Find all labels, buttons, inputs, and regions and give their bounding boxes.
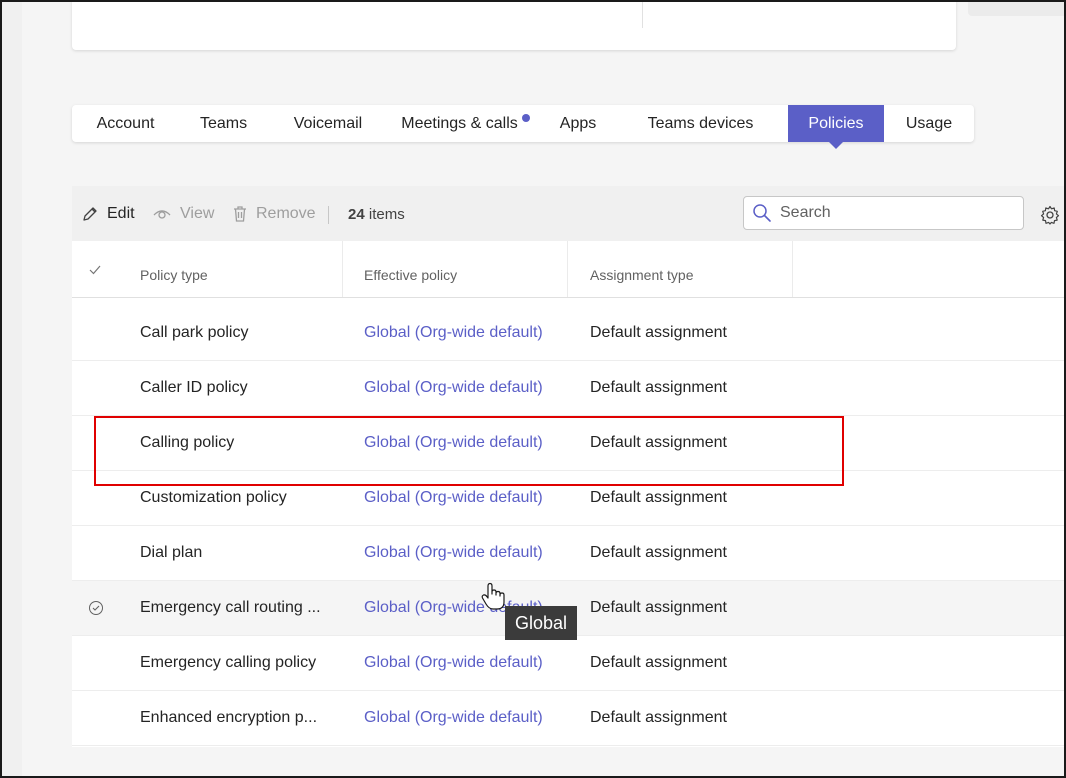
header-policy-type[interactable]: Policy type — [140, 267, 208, 283]
tab-usage[interactable]: Usage — [884, 105, 974, 142]
tab-label: Teams devices — [647, 114, 754, 132]
tab-label: Teams — [199, 114, 248, 132]
header-effective-policy[interactable]: Effective policy — [364, 267, 457, 283]
assignment-type-cell: Default assignment — [590, 434, 727, 451]
effective-policy-link[interactable]: Global (Org-wide default) — [364, 324, 543, 342]
effective-policy-link[interactable]: Global (Org-wide default) — [364, 489, 543, 507]
card-divider — [642, 0, 643, 28]
effective-policy-link[interactable]: Global (Org-wide default) — [364, 434, 543, 452]
eye-icon — [153, 210, 171, 219]
header-assignment-type[interactable]: Assignment type — [590, 267, 694, 283]
policies-table: Policy type Effective policy Assignment … — [72, 241, 1066, 747]
column-settings-button[interactable] — [1040, 205, 1060, 230]
remove-label: Remove — [256, 205, 316, 222]
item-count-number: 24 — [348, 206, 365, 223]
edit-button[interactable]: Edit — [81, 205, 135, 223]
table-row[interactable]: Dial plan Global (Org-wide default) Defa… — [72, 526, 1066, 581]
table-row[interactable]: Customization policy Global (Org-wide de… — [72, 471, 1066, 526]
side-card — [968, 0, 1066, 16]
checkmark-icon — [89, 265, 101, 275]
tab-teams-devices[interactable]: Teams devices — [613, 105, 788, 142]
row-select-checkbox[interactable] — [88, 600, 104, 621]
policy-type-cell: Caller ID policy — [140, 379, 248, 396]
tab-label: Usage — [905, 114, 953, 132]
tab-teams[interactable]: Teams — [179, 105, 268, 142]
tooltip: Global — [505, 606, 578, 640]
search-box[interactable] — [743, 196, 1024, 230]
table-row[interactable]: Caller ID policy Global (Org-wide defaul… — [72, 361, 1066, 416]
trash-icon — [234, 206, 246, 222]
edit-label: Edit — [107, 205, 135, 222]
assignment-type-cell: Default assignment — [590, 324, 727, 341]
tab-label: Account — [96, 114, 155, 132]
assignment-type-cell: Default assignment — [590, 654, 727, 671]
policy-type-cell: Enhanced encryption p... — [140, 709, 318, 726]
column-divider — [567, 241, 568, 297]
policy-type-cell: Dial plan — [140, 544, 203, 561]
table-row[interactable]: Call park policy Global (Org-wide defaul… — [72, 306, 1066, 361]
policy-type-cell: Customization policy — [140, 489, 287, 506]
hand-cursor-icon — [480, 582, 506, 617]
top-card — [72, 0, 956, 50]
policy-type-cell: Emergency call routing ... — [140, 599, 321, 616]
left-gutter — [2, 2, 22, 776]
policy-type-cell: Calling policy — [140, 434, 235, 451]
effective-policy-link[interactable]: Global (Org-wide default) — [364, 709, 543, 727]
notification-dot-icon — [521, 113, 530, 122]
item-count-suffix: items — [368, 206, 405, 223]
select-all-checkbox[interactable] — [88, 263, 102, 282]
tab-meetings-calls[interactable]: Meetings & calls — [388, 105, 543, 142]
item-count: 24 items — [348, 206, 405, 223]
assignment-type-cell: Default assignment — [590, 599, 727, 616]
policies-toolbar: Edit View Remove 24 items — [72, 186, 1066, 241]
gear-icon — [1040, 205, 1060, 225]
tab-label: Meetings & calls — [401, 114, 518, 132]
tab-voicemail[interactable]: Voicemail — [268, 105, 388, 142]
tooltip-text: Global — [515, 612, 568, 633]
effective-policy-link[interactable]: Global (Org-wide default) — [364, 544, 543, 562]
table-row[interactable]: Calling policy Global (Org-wide default)… — [72, 416, 1066, 471]
assignment-type-cell: Default assignment — [590, 709, 727, 726]
effective-policy-link[interactable]: Global (Org-wide default) — [364, 379, 543, 397]
table-row[interactable]: Emergency calling policy Global (Org-wid… — [72, 636, 1066, 691]
column-divider — [792, 241, 793, 297]
tab-apps[interactable]: Apps — [543, 105, 613, 142]
assignment-type-cell: Default assignment — [590, 379, 727, 396]
table-header: Policy type Effective policy Assignment … — [72, 241, 1066, 298]
tab-policies[interactable]: Policies — [788, 105, 884, 142]
tab-label: Policies — [808, 114, 864, 132]
tab-label: Apps — [559, 114, 597, 132]
tab-label: Voicemail — [293, 114, 363, 132]
circle-check-icon — [89, 601, 103, 615]
search-icon — [753, 204, 771, 222]
policy-type-cell: Emergency calling policy — [140, 654, 317, 671]
tab-account[interactable]: Account — [72, 105, 179, 142]
pencil-icon — [83, 207, 97, 221]
assignment-type-cell: Default assignment — [590, 544, 727, 561]
assignment-type-cell: Default assignment — [590, 489, 727, 506]
search-input[interactable] — [780, 204, 1010, 222]
policy-type-cell: Call park policy — [140, 324, 249, 341]
column-divider — [342, 241, 343, 297]
toolbar-divider — [328, 206, 329, 224]
view-button[interactable]: View — [152, 205, 214, 223]
tab-bar: Account Teams Voicemail Meetings & calls… — [72, 105, 974, 142]
view-label: View — [180, 205, 215, 222]
remove-button[interactable]: Remove — [232, 205, 316, 223]
effective-policy-link[interactable]: Global (Org-wide default) — [364, 654, 543, 672]
table-row[interactable]: Enhanced encryption p... Global (Org-wid… — [72, 691, 1066, 746]
